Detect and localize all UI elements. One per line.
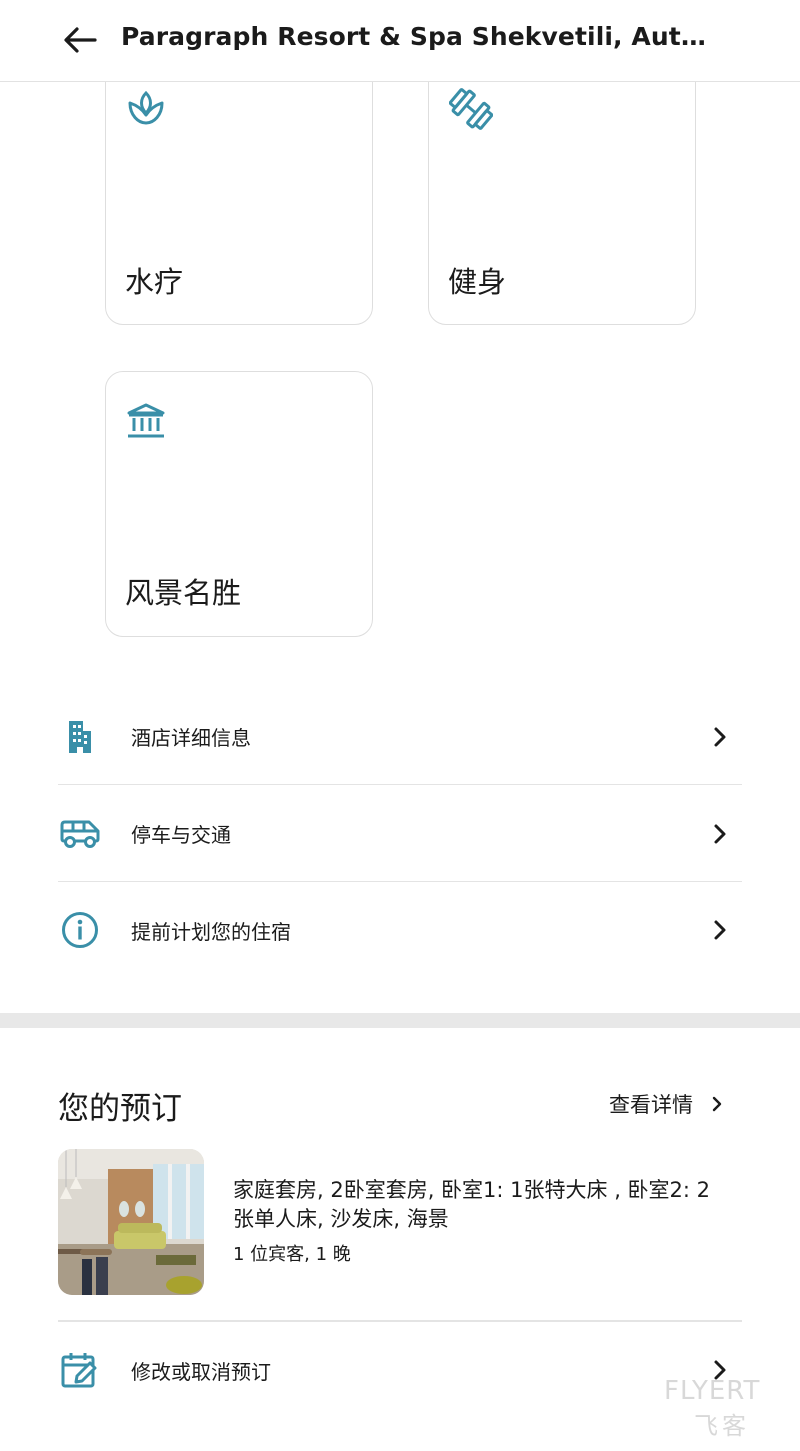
van-icon — [58, 812, 102, 856]
row-hotel-details[interactable]: 酒店详细信息 — [58, 689, 742, 785]
amenity-card-spa[interactable]: 水疗 — [105, 50, 373, 325]
reservation-section-title: 您的预订 — [58, 1091, 182, 1127]
landmark-icon — [126, 402, 166, 444]
back-button[interactable] — [60, 24, 100, 56]
chevron-right-icon — [710, 822, 730, 846]
building-icon — [58, 715, 102, 759]
page-title: Paragraph Resort & Spa Shekvetili, Autog… — [121, 22, 711, 51]
amenity-label: 健身 — [448, 265, 507, 299]
row-label: 停车与交通 — [131, 823, 231, 847]
row-plan-stay[interactable]: 提前计划您的住宿 — [58, 882, 742, 978]
row-label: 提前计划您的住宿 — [131, 919, 291, 944]
amenity-label: 水疗 — [125, 265, 184, 299]
info-icon — [58, 908, 102, 952]
chevron-right-icon — [710, 918, 730, 942]
back-arrow-icon — [64, 27, 97, 53]
row-modify-cancel[interactable]: 修改或取消预订 — [58, 1322, 742, 1418]
view-details-link[interactable]: 查看详情 — [609, 1089, 725, 1119]
dumbbell-icon — [448, 87, 494, 135]
row-label: 修改或取消预订 — [131, 1359, 271, 1384]
watermark-text: 飞客 — [694, 1412, 750, 1440]
row-parking-transport[interactable]: 停车与交通 — [58, 786, 742, 882]
chevron-right-icon — [711, 1094, 725, 1114]
room-photo — [58, 1149, 204, 1295]
watermark-text: FLYERT — [664, 1376, 761, 1406]
view-details-label: 查看详情 — [609, 1093, 693, 1117]
room-description: 家庭套房, 2卧室套房, 卧室1: 1张特大床 , 卧室2: 2张单人床, 沙发… — [233, 1178, 711, 1231]
amenity-card-landmarks[interactable]: 风景名胜 — [105, 371, 373, 637]
top-app-bar: Paragraph Resort & Spa Shekvetili, Autog… — [0, 0, 800, 82]
section-separator — [0, 1013, 800, 1028]
row-label: 酒店详细信息 — [131, 726, 251, 750]
chevron-right-icon — [710, 725, 730, 749]
calendar-edit-icon — [58, 1348, 102, 1392]
spa-lotus-icon — [126, 89, 166, 131]
amenity-label: 风景名胜 — [125, 576, 242, 610]
amenity-card-fitness[interactable]: 健身 — [428, 50, 696, 325]
guests-nights: 1 位宾客, 1 晚 — [233, 1244, 351, 1265]
